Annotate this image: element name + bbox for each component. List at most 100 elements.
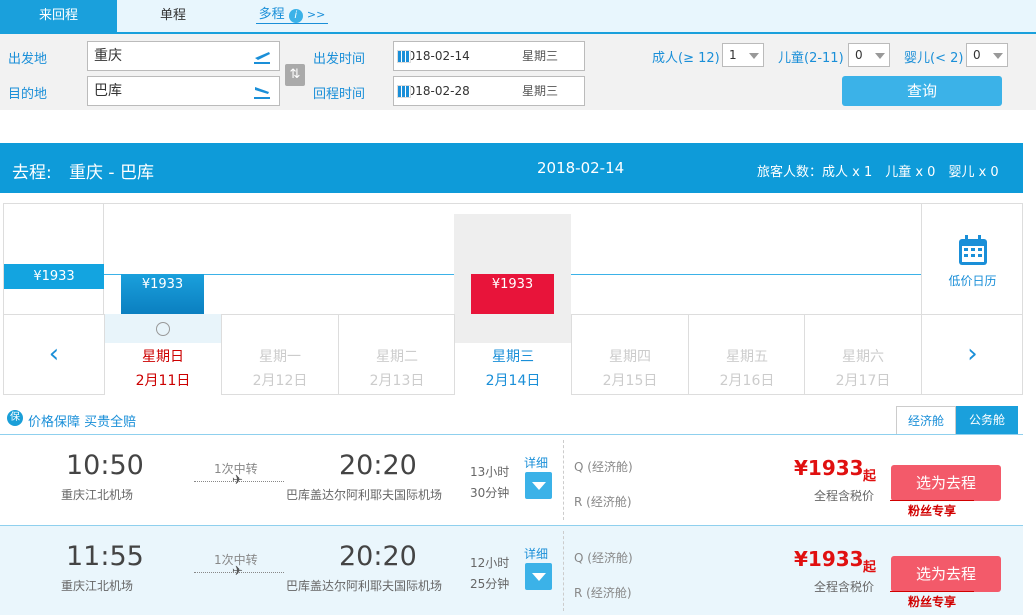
cabin-code: R	[574, 495, 583, 509]
to-city-value: 巴库	[94, 83, 122, 99]
infant-count-select[interactable]: 0	[966, 43, 1008, 67]
chevron-down-icon	[875, 53, 885, 59]
tab-round-trip[interactable]: 来回程	[0, 0, 117, 34]
cabin-name: (经济舱)	[587, 551, 633, 565]
detail-link[interactable]: 详细	[524, 454, 548, 471]
tab-economy[interactable]: 经济舱	[896, 406, 956, 434]
return-date-label: 回程时间	[313, 87, 366, 102]
search-panel: 来回程 单程 多程 i >> 出发地 重庆 目的地 巴库 ⇅ 出发时间 2018…	[0, 0, 1036, 110]
flight-row: 10:50 重庆江北机场 1次中转 ✈ 20:20 巴库盖达尔阿利耶夫国际机场 …	[0, 434, 1023, 524]
expand-detail-button[interactable]	[525, 472, 552, 499]
arrival-time: 20:20	[339, 450, 417, 481]
cabin-class-2: R (经济舱)	[574, 584, 632, 601]
flight-price: ¥1933	[794, 547, 864, 571]
adult-count-value: 1	[729, 48, 737, 62]
calendar-day-week: 星期日	[142, 349, 184, 365]
calendar-day-date: 2月11日	[135, 373, 191, 389]
child-count-select[interactable]: 0	[848, 43, 890, 67]
flight-price: ¥1933	[794, 456, 864, 480]
tax-note: 全程含税价	[814, 489, 875, 503]
price-from-suffix: 起	[863, 560, 877, 575]
price-from-suffix: 起	[863, 469, 877, 484]
depart-date-input[interactable]: 2018-02-14 星期三	[393, 41, 585, 71]
calendar-day[interactable]: 星期日 2月11日	[104, 314, 221, 395]
tab-multi-city[interactable]: 多程 i >>	[256, 0, 328, 24]
departure-airport: 重庆江北机场	[61, 579, 134, 593]
cabin-code: Q	[574, 460, 584, 474]
calendar-icon	[397, 85, 411, 98]
calendar-day[interactable]: 星期四 2月15日	[571, 314, 688, 395]
swap-cities-button[interactable]: ⇅	[285, 64, 305, 86]
chevron-down-icon	[993, 53, 1003, 59]
calendar-day-week: 星期五	[726, 349, 768, 365]
cabin-code: Q	[574, 551, 584, 565]
departure-airport: 重庆江北机场	[61, 488, 134, 502]
calendar-day-date: 2月13日	[369, 373, 425, 389]
depart-weekday: 星期三	[521, 49, 558, 63]
query-button[interactable]: 查询	[842, 76, 1002, 106]
takeoff-icon	[254, 52, 270, 64]
from-city-value: 重庆	[94, 48, 122, 64]
cabin-name: (经济舱)	[586, 586, 632, 600]
child-label: 儿童(2-11)	[778, 51, 844, 66]
cabin-class-2: R (经济舱)	[574, 493, 632, 510]
select-outbound-button[interactable]: 选为去程	[891, 556, 1001, 592]
duration-minutes: 25分钟	[470, 577, 510, 591]
calendar-day-week: 星期二	[376, 349, 418, 365]
radio-icon	[156, 322, 170, 336]
arrival-airport: 巴库盖达尔阿利耶夫国际机场	[286, 488, 443, 502]
fans-exclusive-badge: 粉丝专享	[890, 591, 974, 610]
calendar-day[interactable]: 星期五 2月16日	[688, 314, 805, 395]
calendar-icon	[397, 50, 411, 63]
fans-exclusive-badge: 粉丝专享	[890, 500, 974, 519]
route-date: 2018-02-14	[537, 159, 625, 177]
guarantee-shield-icon: 保	[7, 410, 23, 426]
calendar-left-panel	[4, 204, 104, 314]
price-bar-label: ¥1933	[491, 277, 534, 292]
from-label: 出发地	[8, 52, 48, 67]
tab-multi-label: 多程	[258, 7, 285, 22]
calendar-day-selected[interactable]: 星期三 2月14日	[454, 314, 571, 395]
tab-one-way[interactable]: 单程	[117, 0, 229, 34]
cabin-code: R	[574, 586, 583, 600]
duration-minutes: 30分钟	[470, 486, 510, 500]
multi-arrow: >>	[306, 8, 326, 21]
infant-label: 婴儿(< 2)	[904, 51, 964, 66]
calendar-day-date: 2月16日	[719, 373, 775, 389]
price-calendar: ¥1933 低价日历 ¥1933 ¥1933 ‹ › 星期日 2月11日 星期一…	[3, 203, 1023, 395]
arrival-time: 20:20	[339, 541, 417, 572]
low-price-calendar-label: 低价日历	[948, 274, 997, 288]
to-city-input[interactable]: 巴库	[87, 76, 280, 106]
return-date-input[interactable]: 2018-02-28 星期三	[393, 76, 585, 106]
route-prefix: 去程:	[12, 163, 52, 183]
calendar-day-week: 星期一	[259, 349, 301, 365]
route-cities: 重庆 - 巴库	[69, 163, 154, 183]
calendar-day[interactable]: 星期二 2月13日	[338, 314, 455, 395]
calendar-day[interactable]: 星期一 2月12日	[221, 314, 338, 395]
tax-note: 全程含税价	[814, 580, 875, 594]
cabin-name: (经济舱)	[587, 460, 633, 474]
child-count-value: 0	[855, 48, 863, 62]
adult-label: 成人(≥ 12)	[652, 51, 720, 66]
route-header: 去程: 重庆 - 巴库 2018-02-14 旅客人数：成人 x 1 儿童 x …	[0, 143, 1023, 193]
low-price-calendar-button[interactable]: 低价日历	[921, 204, 1023, 314]
calendar-day[interactable]: 星期六 2月17日	[804, 314, 921, 395]
duration-hours: 12小时	[470, 556, 510, 570]
divider	[563, 531, 564, 611]
detail-link[interactable]: 详细	[524, 545, 548, 562]
next-week-button[interactable]: ›	[921, 314, 1023, 395]
from-city-input[interactable]: 重庆	[87, 41, 280, 71]
chevron-down-icon	[749, 53, 759, 59]
tab-business[interactable]: 公务舱	[956, 406, 1018, 434]
expand-detail-button[interactable]	[525, 563, 552, 590]
select-outbound-button[interactable]: 选为去程	[891, 465, 1001, 501]
arrival-airport: 巴库盖达尔阿利耶夫国际机场	[286, 579, 443, 593]
price-bar-day-1[interactable]: ¥1933	[121, 274, 204, 314]
trip-type-tabs: 来回程 单程 多程 i >>	[0, 0, 1036, 34]
infant-count-value: 0	[973, 48, 981, 62]
calendar-day-week: 星期六	[842, 349, 884, 365]
price-bar-label: ¥1933	[141, 277, 184, 292]
adult-count-select[interactable]: 1	[722, 43, 764, 67]
depart-date-label: 出发时间	[313, 52, 366, 67]
prev-week-button[interactable]: ‹	[4, 314, 104, 395]
